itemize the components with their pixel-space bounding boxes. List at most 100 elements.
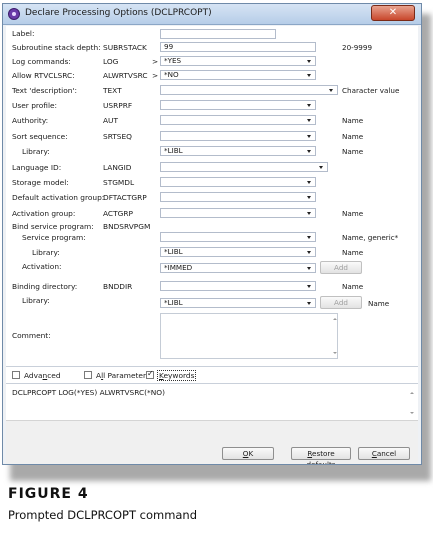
chevron-down-icon[interactable]: [307, 104, 311, 107]
sort-sequence-select[interactable]: [160, 131, 316, 141]
label-input[interactable]: [160, 29, 276, 39]
sort-library-value: *LIBL: [164, 146, 183, 155]
actgrp-keyword: ACTGRP: [103, 209, 133, 218]
figure-title: FIGURE 4: [8, 486, 89, 502]
comment-textarea[interactable]: [160, 313, 338, 359]
service-program-hint: Name, generic*: [342, 233, 399, 242]
storage-model-keyword: STGMDL: [103, 178, 135, 187]
divider: [6, 366, 418, 367]
form-body: Label: Subroutine stack depth: SUBRSTACK…: [6, 26, 418, 464]
activation-value: *IMMED: [164, 263, 193, 272]
sort-sequence-keyword: SRTSEQ: [103, 132, 132, 141]
binding-dir-hint: Name: [342, 282, 364, 291]
scroll-down-icon[interactable]: [333, 352, 337, 354]
bnddir-library-select[interactable]: *LIBL: [160, 298, 316, 308]
chevron-down-icon[interactable]: [307, 251, 311, 254]
srvpgm-library-hint: Name: [342, 248, 364, 257]
restore-defaults-button[interactable]: Restore defaults: [291, 447, 351, 464]
authority-hint: Name: [342, 116, 364, 125]
allow-rtvclsrc-value: *NO: [164, 70, 179, 79]
actgrp-hint: Name: [342, 209, 364, 218]
log-commands-select[interactable]: *YES: [160, 56, 316, 66]
chevron-down-icon[interactable]: [307, 267, 311, 270]
chevron-down-icon[interactable]: [307, 285, 311, 288]
advanced-checkbox[interactable]: [12, 371, 20, 379]
command-preview-pane: DCLPRCOPT LOG(*YES) ALWRTVSRC(*NO): [6, 383, 418, 420]
scroll-up-icon[interactable]: [333, 318, 337, 320]
bnddir-library-value: *LIBL: [164, 298, 183, 307]
chevron-down-icon[interactable]: [319, 166, 323, 169]
authority-keyword: AUT: [103, 116, 118, 125]
scroll-up-icon[interactable]: [410, 392, 414, 394]
chevron-down-icon[interactable]: [329, 89, 333, 92]
chevron-down-icon[interactable]: [307, 119, 311, 122]
title-bar[interactable]: Declare Processing Options (DCLPRCOPT) ✕: [3, 4, 421, 25]
add-srvpgm-button[interactable]: Add: [320, 261, 362, 274]
chevron-down-icon[interactable]: [307, 236, 311, 239]
advanced-label: Advanced: [24, 371, 61, 380]
stack-depth-keyword: SUBRSTACK: [103, 43, 147, 52]
language-id-keyword: LANGID: [103, 163, 132, 172]
srvpgm-library-label: Library:: [32, 248, 60, 257]
chevron-down-icon[interactable]: [307, 60, 311, 63]
all-parameters-checkbox[interactable]: [84, 371, 92, 379]
text-keyword: TEXT: [103, 86, 122, 95]
allow-rtvclsrc-label: Allow RTVCLSRC:: [12, 71, 75, 80]
sort-library-select[interactable]: *LIBL: [160, 146, 316, 156]
actgrp-label: Activation group:: [12, 209, 76, 218]
authority-select[interactable]: [160, 115, 316, 125]
chevron-down-icon[interactable]: [307, 196, 311, 199]
chevron-down-icon[interactable]: [307, 302, 311, 305]
language-id-label: Language ID:: [12, 163, 62, 172]
sort-sequence-hint: Name: [342, 132, 364, 141]
log-commands-changed-marker: >: [152, 57, 159, 66]
chevron-down-icon[interactable]: [307, 150, 311, 153]
bind-srvpgm-keyword: BNDSRVPGM: [103, 222, 151, 231]
stack-depth-input[interactable]: 99: [160, 42, 316, 52]
figure-caption: Prompted DCLPRCOPT command: [8, 508, 198, 522]
service-program-select[interactable]: [160, 232, 316, 242]
dft-actgrp-select[interactable]: [160, 192, 316, 202]
binding-dir-select[interactable]: [160, 281, 316, 291]
activation-select[interactable]: *IMMED: [160, 263, 316, 273]
app-icon: [8, 8, 20, 20]
allow-rtvclsrc-changed-marker: >: [152, 71, 159, 80]
authority-label: Authority:: [12, 116, 49, 125]
log-commands-label: Log commands:: [12, 57, 71, 66]
text-description-label: Text 'description':: [12, 86, 77, 95]
allow-rtvclsrc-keyword: ALWRTVSRC: [103, 71, 148, 80]
dft-actgrp-label: Default activation group:: [12, 193, 105, 202]
allow-rtvclsrc-select[interactable]: *NO: [160, 70, 316, 80]
label-field-label: Label:: [12, 29, 35, 38]
button-bar: OK Restore defaults Cancel: [6, 420, 418, 464]
chevron-down-icon[interactable]: [307, 74, 311, 77]
user-profile-select[interactable]: [160, 100, 316, 110]
bind-srvpgm-label: Bind service program:: [12, 222, 94, 231]
window-title: Declare Processing Options (DCLPRCOPT): [25, 8, 212, 18]
storage-model-label: Storage model:: [12, 178, 69, 187]
srvpgm-library-select[interactable]: *LIBL: [160, 247, 316, 257]
keywords-checkbox[interactable]: [146, 369, 154, 379]
keywords-label: Keywords: [157, 370, 197, 381]
chevron-down-icon[interactable]: [307, 135, 311, 138]
add-bnddir-button[interactable]: Add: [320, 296, 362, 309]
user-profile-keyword: USRPRF: [103, 101, 133, 110]
service-program-label: Service program:: [22, 233, 86, 242]
scroll-down-icon[interactable]: [410, 412, 414, 414]
text-description-select[interactable]: [160, 85, 338, 95]
chevron-down-icon[interactable]: [307, 181, 311, 184]
language-id-select[interactable]: [160, 162, 328, 172]
stack-depth-hint: 20-9999: [342, 43, 373, 52]
cancel-button[interactable]: Cancel: [358, 447, 410, 460]
stack-depth-label: Subroutine stack depth:: [12, 43, 101, 52]
sort-library-label: Library:: [22, 147, 50, 156]
user-profile-label: User profile:: [12, 101, 58, 110]
bnddir-library-hint: Name: [368, 299, 390, 308]
close-button[interactable]: ✕: [371, 5, 415, 21]
chevron-down-icon[interactable]: [307, 212, 311, 215]
actgrp-select[interactable]: [160, 208, 316, 218]
ok-button[interactable]: OK: [222, 447, 274, 460]
storage-model-select[interactable]: [160, 177, 316, 187]
log-commands-value: *YES: [164, 56, 182, 65]
sort-library-hint: Name: [342, 147, 364, 156]
